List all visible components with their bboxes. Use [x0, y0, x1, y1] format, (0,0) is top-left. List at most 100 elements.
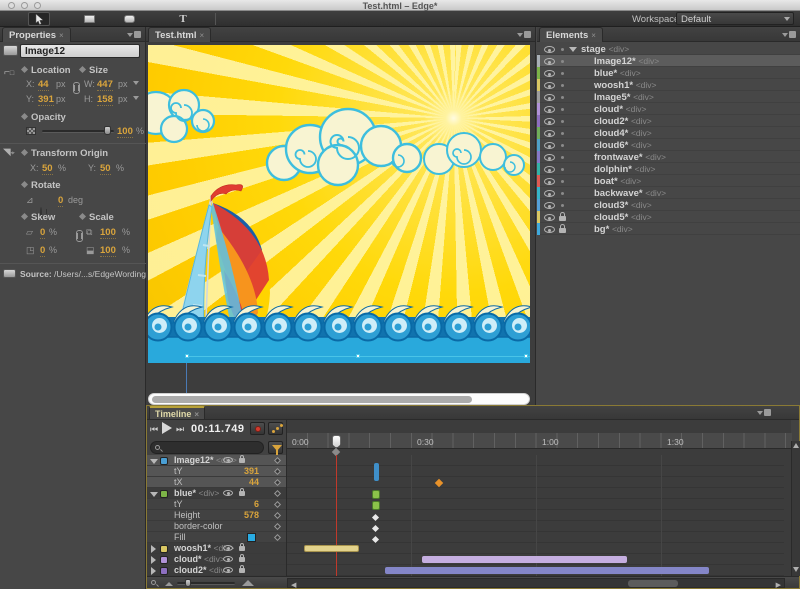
disclosure-triangle-icon[interactable] [151, 567, 156, 575]
transition-bar-blue-tY[interactable] [372, 490, 380, 499]
element-row-frontwave[interactable]: frontwave* <div> [537, 151, 800, 163]
x-value[interactable]: 44 [38, 79, 49, 91]
disclosure-triangle-icon[interactable] [151, 556, 156, 564]
zoom-out-icon[interactable] [165, 582, 173, 586]
lock-placeholder-dot[interactable] [561, 180, 564, 183]
eye-icon[interactable] [544, 226, 555, 233]
selection-tool-button[interactable] [28, 12, 50, 26]
keyframe-nav-icon[interactable] [274, 490, 281, 497]
eye-icon[interactable] [544, 166, 555, 173]
element-row-cloud[interactable]: cloud* <div> [537, 103, 800, 115]
lock-icon[interactable] [239, 458, 245, 463]
tab-close-icon[interactable]: × [59, 31, 64, 40]
eye-icon[interactable] [544, 94, 555, 101]
lock-placeholder-dot[interactable] [561, 108, 564, 111]
element-row-cloud6[interactable]: cloud6* <div> [537, 139, 800, 151]
lock-icon[interactable] [239, 568, 245, 573]
eye-icon[interactable] [223, 457, 233, 463]
lock-placeholder-dot[interactable] [561, 156, 564, 159]
opacity-slider-knob[interactable] [104, 126, 111, 135]
filter-button[interactable] [268, 441, 283, 454]
element-row-image5[interactable]: Image5* <div> [537, 91, 800, 103]
scale-y-value[interactable]: 100 [100, 245, 116, 257]
keyframe-nav-icon[interactable] [274, 523, 281, 530]
timeline-zoom-slider-knob[interactable] [185, 579, 191, 587]
keyframe-diamond-icon[interactable] [79, 66, 86, 73]
keyframe-diamond-icon[interactable] [21, 113, 28, 120]
timeline-search-input[interactable] [150, 441, 264, 454]
animation-span-woosh1[interactable] [304, 545, 359, 552]
go-to-start-icon[interactable]: ⏮ [150, 424, 158, 435]
lock-placeholder-dot[interactable] [561, 60, 564, 63]
w-value[interactable]: 447 [97, 79, 113, 91]
disclosure-triangle-icon[interactable] [150, 459, 158, 464]
timeline-row-woosh1[interactable]: woosh1* <div> [147, 543, 286, 554]
timeline-row-blue-tY[interactable]: tY6 [147, 499, 286, 510]
element-row-cloud3[interactable]: cloud3* <div> [537, 199, 800, 211]
eye-icon[interactable] [544, 142, 555, 149]
keyframe-nav-icon[interactable] [274, 512, 281, 519]
element-row-image12[interactable]: Image12* <div> [537, 55, 800, 67]
timeline-vertical-scrollbar[interactable] [791, 441, 800, 576]
keyframe-nav-icon[interactable] [274, 501, 281, 508]
link-dimensions-icon[interactable] [73, 82, 80, 94]
panel-menu-icon[interactable] [757, 409, 771, 417]
disclosure-triangle-icon[interactable] [569, 47, 577, 52]
lock-placeholder-dot[interactable] [561, 84, 564, 87]
stage-scrollbar-thumb[interactable] [152, 396, 472, 403]
lock-icon[interactable] [239, 557, 245, 562]
timeline-ruler[interactable]: 0:00 0:30 1:00 1:30 [287, 433, 792, 449]
element-row-cloud4[interactable]: cloud4* <div> [537, 127, 800, 139]
selection-handle[interactable] [356, 354, 360, 358]
transition-bar-image12-tY[interactable] [374, 463, 379, 481]
timeline-row-cloud[interactable]: cloud* <div> [147, 554, 286, 565]
keyframe-nav-icon[interactable] [274, 457, 281, 464]
fill-color-swatch[interactable] [247, 533, 256, 542]
keyframe-diamond-icon[interactable] [79, 213, 86, 220]
easing-button[interactable] [268, 422, 283, 435]
rounded-rectangle-tool-button[interactable] [118, 12, 140, 26]
lock-placeholder-dot[interactable] [561, 132, 564, 135]
play-icon[interactable] [162, 422, 172, 434]
lock-placeholder-dot[interactable] [561, 72, 564, 75]
animation-span-cloud[interactable] [422, 556, 627, 563]
eye-icon[interactable] [223, 567, 233, 573]
keyframe-nav-icon[interactable] [274, 468, 281, 475]
eye-icon[interactable] [223, 490, 233, 496]
auto-keyframe-button[interactable] [250, 422, 265, 435]
element-row-cloud2[interactable]: cloud2* <div> [537, 115, 800, 127]
keyframe-diamond-icon[interactable] [21, 181, 28, 188]
element-row-stage[interactable]: stage <div> [537, 43, 800, 55]
element-name-input[interactable] [20, 44, 140, 58]
skew-y-value[interactable]: 0 [40, 245, 45, 257]
tab-properties[interactable]: Properties× [2, 27, 71, 42]
rotate-value[interactable]: 0 [58, 195, 63, 207]
keyframe-diamond-icon[interactable] [21, 213, 28, 220]
scroll-right-icon[interactable]: ▶ [776, 581, 781, 589]
link-scale-icon[interactable] [76, 230, 83, 242]
timeline-row-blue-height[interactable]: Height578 [147, 510, 286, 521]
y-value[interactable]: 391 [38, 94, 54, 106]
element-row-dolphin[interactable]: dolphin* <div> [537, 163, 800, 175]
element-row-cloud5[interactable]: cloud5* <div> [537, 211, 800, 223]
eye-icon[interactable] [544, 190, 555, 197]
keyframe-diamond-icon[interactable] [21, 149, 28, 156]
eye-icon[interactable] [223, 556, 233, 562]
lock-icon[interactable] [239, 491, 245, 496]
timeline-row-blue-border-color[interactable]: border-color [147, 521, 286, 532]
text-tool-button[interactable]: T [172, 12, 194, 26]
lock-placeholder-dot[interactable] [561, 204, 564, 207]
timeline-row-image12[interactable]: Image12* <div> [147, 455, 286, 466]
transition-bar-blue-height[interactable] [372, 501, 380, 510]
panel-menu-icon[interactable] [517, 31, 531, 39]
element-row-backwave[interactable]: backwave* <div> [537, 187, 800, 199]
timeline-row-image12-tX[interactable]: tX44 [147, 477, 286, 488]
eye-icon[interactable] [544, 202, 555, 209]
panel-menu-icon[interactable] [782, 31, 796, 39]
tab-close-icon[interactable]: × [591, 31, 596, 40]
panel-menu-icon[interactable] [127, 31, 141, 39]
eye-icon[interactable] [544, 82, 555, 89]
keyframe-nav-icon[interactable] [274, 479, 281, 486]
opacity-value[interactable]: 100 [117, 126, 133, 138]
go-to-end-icon[interactable]: ⏭ [176, 424, 184, 435]
